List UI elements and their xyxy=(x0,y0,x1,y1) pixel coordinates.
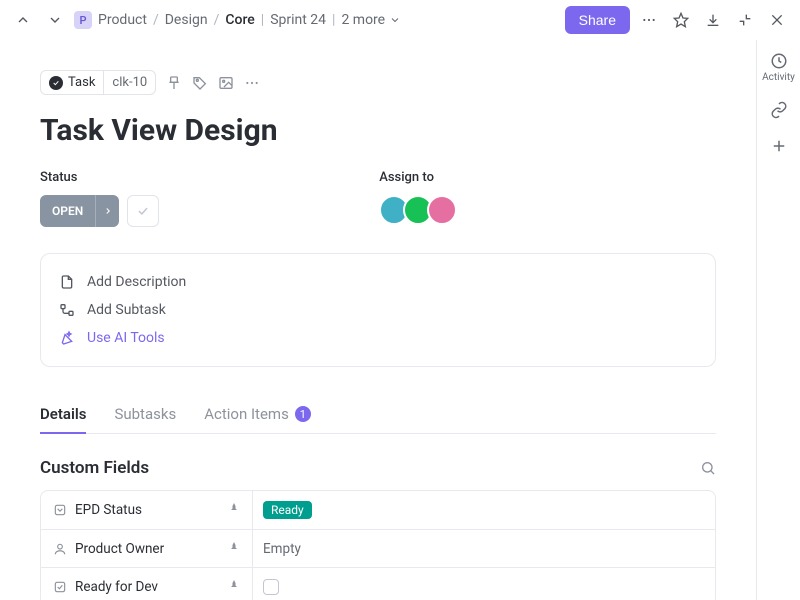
export-icon[interactable] xyxy=(700,7,726,33)
breadcrumb-item[interactable]: Design xyxy=(165,12,208,28)
star-icon[interactable] xyxy=(668,7,694,33)
tab-action-items-label: Action Items xyxy=(204,405,289,423)
status-value: OPEN xyxy=(40,204,95,218)
image-icon[interactable] xyxy=(218,75,234,91)
collapse-icon[interactable] xyxy=(732,7,758,33)
chevron-right-icon xyxy=(95,195,119,227)
add-subtask-label: Add Subtask xyxy=(87,302,166,318)
tabs: Details Subtasks Action Items 1 xyxy=(40,395,716,434)
nav-up-icon[interactable] xyxy=(10,7,36,33)
assignee-avatars[interactable] xyxy=(379,195,457,225)
breadcrumb-item[interactable]: Product xyxy=(98,12,147,28)
custom-field-row[interactable]: EPD Status Ready xyxy=(41,491,715,529)
assignee-section: Assign to xyxy=(379,170,457,227)
use-ai-label: Use AI Tools xyxy=(87,330,165,346)
custom-field-name-text: Ready for Dev xyxy=(75,579,158,595)
task-chip[interactable]: Task clk-10 xyxy=(40,70,156,95)
breadcrumb-separator: | xyxy=(261,12,264,28)
custom-field-name: EPD Status xyxy=(41,491,253,529)
share-button[interactable]: Share xyxy=(565,6,630,34)
task-title[interactable]: Task View Design xyxy=(40,113,716,148)
dropdown-field-icon xyxy=(53,503,67,517)
tag-icon[interactable] xyxy=(192,75,208,91)
status-section: Status OPEN xyxy=(40,170,159,227)
breadcrumb-separator: | xyxy=(332,12,335,28)
tab-subtasks[interactable]: Subtasks xyxy=(114,395,176,433)
tab-details[interactable]: Details xyxy=(40,395,86,433)
avatar[interactable] xyxy=(427,195,457,225)
task-type: Task xyxy=(41,71,103,94)
main-pane: Task clk-10 Task View Design Status OPEN… xyxy=(0,40,756,600)
custom-fields-table: EPD Status Ready Product Owner Empty Rea… xyxy=(40,490,716,600)
custom-field-value[interactable] xyxy=(253,579,715,595)
task-chip-row: Task clk-10 xyxy=(40,70,716,95)
custom-field-row[interactable]: Ready for Dev xyxy=(41,567,715,600)
top-bar: P Product / Design / Core | Sprint 24 | … xyxy=(0,0,800,40)
breadcrumb-more[interactable]: 2 more xyxy=(341,12,401,28)
add-description-button[interactable]: Add Description xyxy=(59,268,697,296)
task-type-label: Task xyxy=(68,75,95,90)
search-icon[interactable] xyxy=(700,460,716,476)
breadcrumb: P Product / Design / Core | Sprint 24 | … xyxy=(74,11,559,29)
custom-field-name-text: EPD Status xyxy=(75,502,142,518)
custom-fields-header: Custom Fields xyxy=(40,458,716,478)
pin-icon[interactable] xyxy=(166,75,182,91)
close-icon[interactable] xyxy=(764,7,790,33)
rail-activity-label: Activity xyxy=(762,72,795,83)
task-type-dot-icon xyxy=(49,76,63,90)
pin-icon[interactable] xyxy=(228,579,240,595)
nav-down-icon[interactable] xyxy=(42,7,68,33)
rail-plus-icon[interactable] xyxy=(770,137,788,155)
rail-link-icon[interactable] xyxy=(770,101,788,119)
workspace-badge[interactable]: P xyxy=(74,11,92,29)
checkbox-field-icon xyxy=(53,580,67,594)
breadcrumb-separator: / xyxy=(214,12,220,28)
tab-action-items[interactable]: Action Items 1 xyxy=(204,395,311,433)
task-meta: Status OPEN Assign to xyxy=(40,170,716,227)
breadcrumb-item[interactable]: Sprint 24 xyxy=(270,12,326,28)
pin-icon[interactable] xyxy=(228,541,240,557)
custom-field-row[interactable]: Product Owner Empty xyxy=(41,529,715,567)
quick-actions-panel: Add Description Add Subtask Use AI Tools xyxy=(40,253,716,367)
status-label: Status xyxy=(40,170,159,185)
custom-fields-heading: Custom Fields xyxy=(40,458,149,478)
right-rail: Activity xyxy=(756,40,800,600)
assignee-label: Assign to xyxy=(379,170,457,185)
custom-field-value[interactable]: Empty xyxy=(253,541,715,557)
add-subtask-button[interactable]: Add Subtask xyxy=(59,296,697,324)
custom-field-name: Product Owner xyxy=(41,530,253,567)
use-ai-button[interactable]: Use AI Tools xyxy=(59,324,697,352)
custom-field-name-text: Product Owner xyxy=(75,541,164,557)
pin-icon[interactable] xyxy=(228,502,240,518)
custom-field-value[interactable]: Ready xyxy=(253,501,715,519)
status-pill[interactable]: OPEN xyxy=(40,195,119,227)
mark-complete-button[interactable] xyxy=(127,195,159,227)
rail-activity[interactable]: Activity xyxy=(762,52,795,83)
breadcrumb-more-label: 2 more xyxy=(341,12,385,28)
more-horizontal-icon[interactable] xyxy=(244,75,260,91)
status-tag: Ready xyxy=(263,501,312,519)
user-field-icon xyxy=(53,542,67,556)
task-id: clk-10 xyxy=(103,71,155,94)
add-description-label: Add Description xyxy=(87,274,186,290)
action-items-count-badge: 1 xyxy=(295,406,311,422)
breadcrumb-item[interactable]: Core xyxy=(225,12,254,28)
breadcrumb-separator: / xyxy=(153,12,159,28)
checkbox-input[interactable] xyxy=(263,579,279,595)
more-icon[interactable] xyxy=(636,7,662,33)
custom-field-name: Ready for Dev xyxy=(41,568,253,600)
